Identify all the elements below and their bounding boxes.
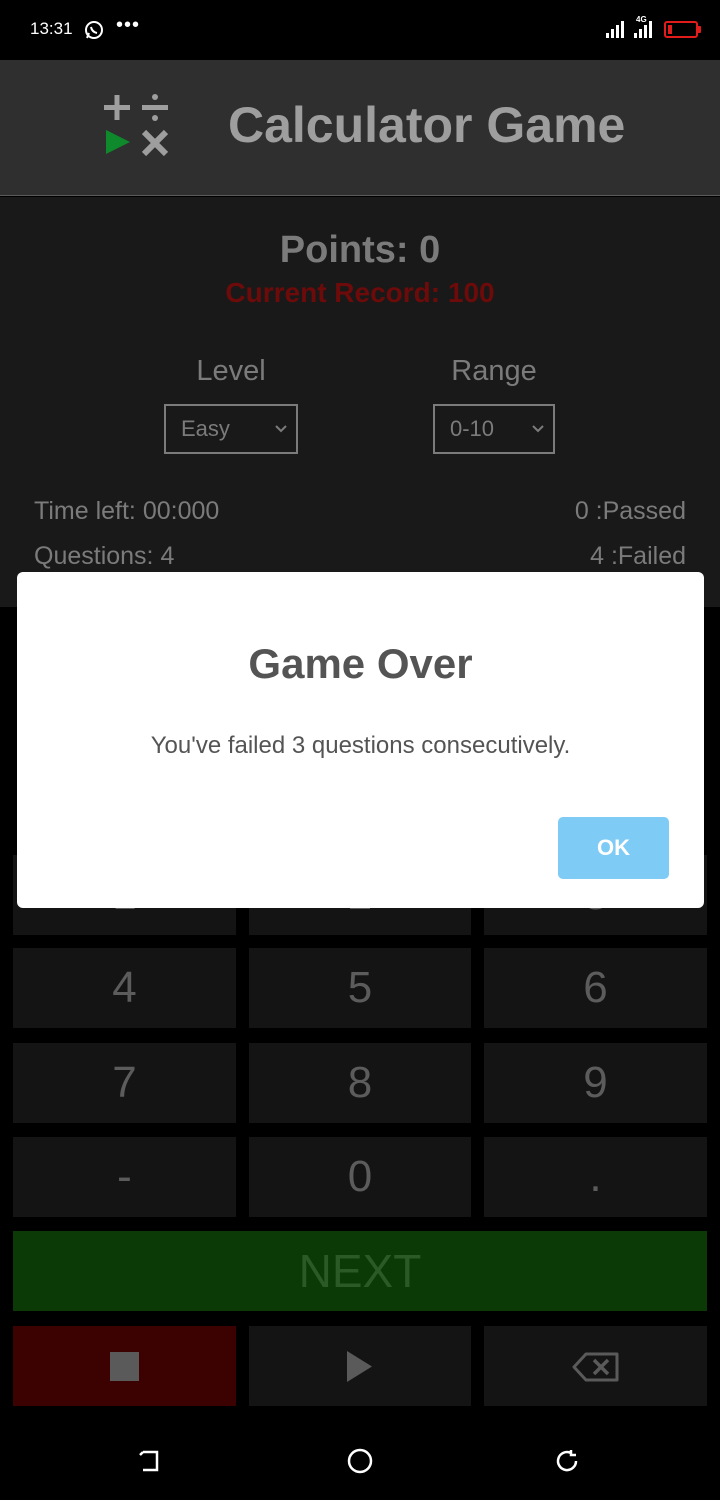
- failed-label: 4 :Failed: [590, 542, 686, 570]
- key-label: 0: [347, 1152, 373, 1201]
- app-header: Calculator Game: [0, 60, 720, 196]
- home-icon[interactable]: [347, 1448, 373, 1474]
- app-title: Calculator Game: [228, 97, 626, 153]
- main-panel: Points: 0 Current Record: 100 Level Rang…: [0, 197, 720, 607]
- battery-tip: [698, 26, 701, 33]
- key-label: 6: [583, 963, 608, 1012]
- range-select[interactable]: 0-10: [433, 404, 555, 454]
- screen: 13:31 ••• 4G Calculator Game Points: 0 C…: [0, 0, 720, 1500]
- key-6[interactable]: 6: [484, 948, 707, 1028]
- notification-dots: •••: [116, 14, 141, 36]
- key-8[interactable]: 8: [249, 1043, 471, 1123]
- signal-icon: [606, 21, 624, 38]
- chevron-down-icon: [532, 425, 544, 433]
- chevron-down-icon: [275, 425, 287, 433]
- range-select-value: 0-10: [450, 416, 495, 441]
- status-bar: 13:31 ••• 4G: [0, 0, 720, 60]
- passed-label: 0 :Passed: [574, 497, 686, 525]
- backspace-icon: [572, 1352, 619, 1382]
- game-over-dialog: Game Over You've failed 3 questions cons…: [17, 572, 704, 908]
- key-label: 7: [112, 1058, 137, 1107]
- key-minus[interactable]: -: [13, 1137, 236, 1217]
- key-label: 5: [347, 963, 373, 1012]
- system-nav-bar: [0, 1420, 720, 1500]
- key-label: .: [589, 1152, 602, 1201]
- stop-button[interactable]: [13, 1326, 236, 1406]
- next-button[interactable]: NEXT: [13, 1231, 707, 1311]
- key-label: 8: [347, 1058, 373, 1107]
- whatsapp-icon: [85, 21, 103, 39]
- level-select[interactable]: Easy: [164, 404, 298, 454]
- questions-label: Questions: 4: [34, 542, 175, 570]
- backspace-button[interactable]: [484, 1326, 707, 1406]
- key-label: 9: [583, 1058, 608, 1107]
- stop-icon: [110, 1352, 139, 1381]
- key-label: -: [117, 1152, 132, 1201]
- status-time: 13:31: [30, 19, 73, 38]
- points-label: Points: 0: [279, 229, 441, 271]
- key-9[interactable]: 9: [484, 1043, 707, 1123]
- level-select-value: Easy: [181, 416, 230, 441]
- battery-icon: [664, 21, 698, 38]
- current-record-label: Current Record: 100: [225, 277, 495, 308]
- calculator-game-logo-icon: [104, 94, 169, 157]
- key-4[interactable]: 4: [13, 948, 236, 1028]
- dialog-title: Game Over: [248, 640, 473, 687]
- key-label: 4: [112, 963, 137, 1012]
- level-label: Level: [196, 355, 266, 387]
- key-0[interactable]: 0: [249, 1137, 471, 1217]
- dialog-message: You've failed 3 questions consecutively.: [150, 732, 571, 759]
- range-label: Range: [451, 355, 537, 387]
- play-button[interactable]: [249, 1326, 471, 1406]
- signal-4g-icon: [634, 21, 652, 38]
- recents-icon[interactable]: [554, 1448, 580, 1474]
- key-7[interactable]: 7: [13, 1043, 236, 1123]
- key-5[interactable]: 5: [249, 948, 471, 1028]
- ok-button[interactable]: OK: [558, 817, 669, 879]
- time-left-label: Time left: 00:000: [34, 497, 220, 525]
- battery-level: [668, 25, 672, 34]
- play-icon: [347, 1351, 372, 1382]
- key-decimal[interactable]: .: [484, 1137, 707, 1217]
- back-icon[interactable]: [137, 1448, 163, 1474]
